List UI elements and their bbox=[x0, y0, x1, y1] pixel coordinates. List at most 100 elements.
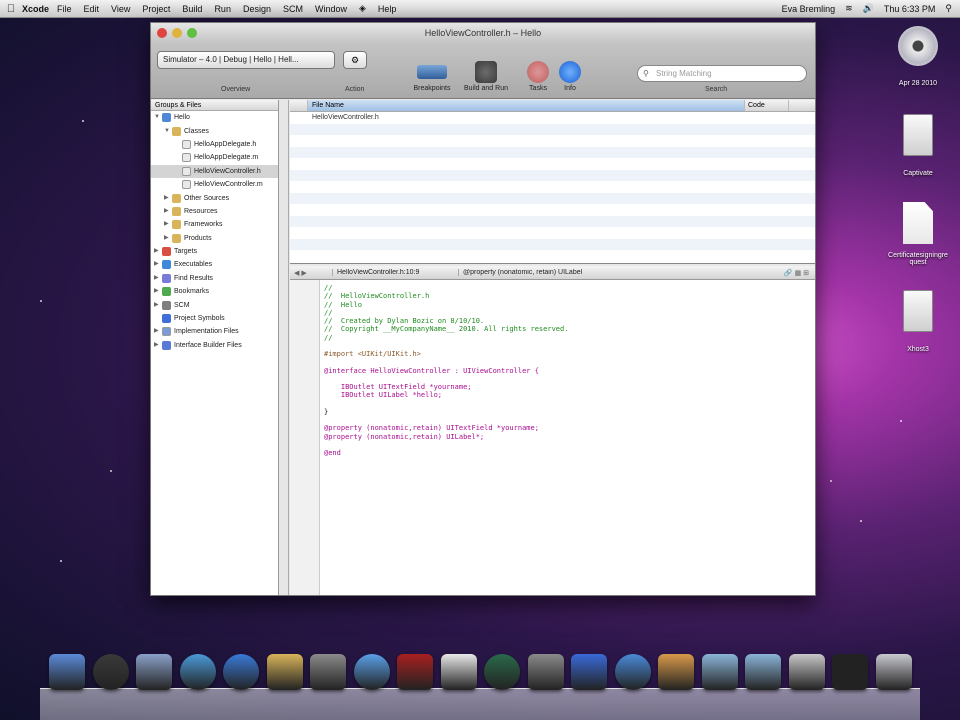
dock-item[interactable] bbox=[527, 654, 565, 694]
dock-item[interactable] bbox=[701, 654, 739, 694]
sidebar-item[interactable]: Project Symbols bbox=[151, 312, 278, 325]
sidebar-item[interactable]: ▶ Resources bbox=[151, 205, 278, 218]
dock-item[interactable] bbox=[179, 654, 217, 694]
status-column[interactable] bbox=[789, 100, 815, 111]
sidebar-item[interactable]: ▶ Interface Builder Files bbox=[151, 339, 278, 352]
dock-item[interactable] bbox=[657, 654, 695, 694]
disclosure-triangle-icon[interactable]: ▶ bbox=[154, 258, 162, 271]
desktop-icon-captivate[interactable]: Captivate bbox=[888, 114, 948, 177]
overview-popup[interactable]: Simulator – 4.0 | Debug | Hello | Hell..… bbox=[157, 51, 335, 69]
overview-label: Overview bbox=[221, 86, 251, 93]
build-and-run-button[interactable]: Build and Run bbox=[463, 61, 509, 92]
volume-icon[interactable]: 🔊 bbox=[863, 3, 874, 14]
xcode-icon bbox=[571, 654, 607, 690]
dock-item[interactable] bbox=[92, 654, 130, 694]
menu-scm[interactable]: SCM bbox=[283, 4, 303, 14]
disclosure-triangle-icon[interactable]: ▼ bbox=[164, 125, 172, 138]
menu-run[interactable]: Run bbox=[214, 4, 231, 14]
sidebar-item[interactable]: HelloAppDelegate.h bbox=[151, 138, 278, 151]
menu-help[interactable]: Help bbox=[378, 4, 397, 14]
disclosure-triangle-icon[interactable]: ▶ bbox=[154, 285, 162, 298]
dock-item[interactable] bbox=[266, 654, 304, 694]
breakpoints-button[interactable]: Breakpoints bbox=[409, 61, 455, 92]
editor-gutter[interactable] bbox=[290, 280, 320, 595]
menu-window[interactable]: Window bbox=[315, 4, 347, 14]
sidebar-header[interactable]: Groups & Files bbox=[151, 100, 278, 111]
sidebar-item[interactable]: ▶ Products bbox=[151, 232, 278, 245]
search-field[interactable]: ⚲ String Matching bbox=[637, 65, 807, 82]
editor-tools-icons[interactable]: 🔗 ▦ ⊞ bbox=[735, 269, 815, 277]
close-window-button[interactable] bbox=[157, 28, 167, 38]
action-menu-button[interactable]: ⚙ bbox=[343, 51, 367, 69]
desktop-icon-xhost[interactable]: Xhost3 bbox=[888, 290, 948, 353]
sidebar-item[interactable]: HelloViewController.h bbox=[151, 164, 278, 178]
sidebar-item[interactable]: HelloViewController.m bbox=[151, 178, 278, 191]
info-button[interactable]: Info bbox=[547, 61, 593, 92]
sidebar-item[interactable]: ▶ Other Sources bbox=[151, 191, 278, 204]
dock-item[interactable] bbox=[353, 654, 391, 694]
disclosure-triangle-icon[interactable]: ▶ bbox=[164, 205, 172, 218]
file-name-column[interactable]: File Name bbox=[308, 100, 745, 111]
symbol-popup[interactable]: @property (nonatomic, retain) UILabel bbox=[458, 269, 735, 276]
dock-item[interactable] bbox=[875, 654, 913, 694]
dock-item[interactable] bbox=[396, 654, 434, 694]
menu-clock[interactable]: Thu 6:33 PM bbox=[884, 4, 936, 14]
user-name[interactable]: Eva Bremling bbox=[782, 4, 836, 14]
dock-item[interactable] bbox=[440, 654, 478, 694]
sidebar-item[interactable]: ▶ SCM bbox=[151, 298, 278, 311]
dock-item[interactable] bbox=[309, 654, 347, 694]
history-nav-arrows[interactable]: ◀ ▶ bbox=[290, 269, 332, 277]
dock-item[interactable] bbox=[614, 654, 652, 694]
disclosure-triangle-icon[interactable]: ▶ bbox=[154, 299, 162, 312]
dock-item[interactable] bbox=[788, 654, 826, 694]
spotlight-icon[interactable]: ⚲ bbox=[945, 3, 952, 14]
menu-project[interactable]: Project bbox=[142, 4, 170, 14]
menu-view[interactable]: View bbox=[111, 4, 130, 14]
dock-item[interactable] bbox=[831, 654, 869, 694]
dock-item[interactable] bbox=[570, 654, 608, 694]
sidebar-item[interactable]: ▶ Bookmarks bbox=[151, 285, 278, 298]
apple-menu-icon[interactable]:  bbox=[0, 3, 22, 15]
disclosure-triangle-icon[interactable]: ▶ bbox=[154, 272, 162, 285]
sidebar-item[interactable]: ▼ Classes bbox=[151, 124, 278, 137]
sidebar-item[interactable]: ▶ Frameworks bbox=[151, 218, 278, 231]
sidebar-tree: ▼ Hello ▼ Classes HelloAppDelegate.h HelloApp… bbox=[151, 111, 278, 352]
disclosure-triangle-icon[interactable]: ▶ bbox=[164, 232, 172, 245]
disclosure-triangle-icon[interactable]: ▶ bbox=[154, 325, 162, 338]
sidebar-splitter[interactable] bbox=[279, 100, 289, 595]
dock-item[interactable] bbox=[135, 654, 173, 694]
disclosure-triangle-icon[interactable]: ▶ bbox=[154, 245, 162, 258]
script-menu-icon[interactable]: ◈ bbox=[359, 3, 366, 14]
disclosure-triangle-icon[interactable]: ▶ bbox=[154, 339, 162, 352]
window-titlebar[interactable]: HelloViewController.h – Hello bbox=[151, 23, 815, 43]
menu-edit[interactable]: Edit bbox=[84, 4, 100, 14]
file-type-column[interactable] bbox=[290, 100, 308, 111]
code-column[interactable]: Code bbox=[745, 100, 789, 111]
sidebar-item[interactable]: ▼ Hello bbox=[151, 111, 278, 124]
sidebar-item[interactable]: ▶ Find Results bbox=[151, 272, 278, 285]
wifi-icon[interactable]: ≋ bbox=[845, 3, 853, 14]
code-editor: ◀ ▶ HelloViewController.h:10:9 @property… bbox=[290, 266, 815, 595]
dock-item[interactable] bbox=[744, 654, 782, 694]
sidebar-item[interactable]: ▶ Executables bbox=[151, 258, 278, 271]
dock-item[interactable] bbox=[48, 654, 86, 694]
file-history-popup[interactable]: HelloViewController.h:10:9 bbox=[332, 269, 458, 276]
sidebar-item[interactable]: ▶ Targets bbox=[151, 245, 278, 258]
disclosure-triangle-icon[interactable]: ▶ bbox=[164, 192, 172, 205]
dock-item[interactable] bbox=[222, 654, 260, 694]
menu-file[interactable]: File bbox=[57, 4, 72, 14]
disclosure-triangle-icon[interactable]: ▼ bbox=[154, 111, 162, 124]
disclosure-triangle-icon[interactable]: ▶ bbox=[164, 218, 172, 231]
source-text[interactable]: //// HelloViewController.h// Hello//// C… bbox=[324, 284, 568, 457]
sidebar-item[interactable]: HelloAppDelegate.m bbox=[151, 151, 278, 164]
menu-design[interactable]: Design bbox=[243, 4, 271, 14]
minimize-window-button[interactable] bbox=[172, 28, 182, 38]
menu-build[interactable]: Build bbox=[182, 4, 202, 14]
desktop-icon-dvd[interactable]: Apr 28 2010 bbox=[888, 26, 948, 87]
menu-app-name[interactable]: Xcode bbox=[22, 4, 49, 14]
desktop-icon-certificate[interactable]: Certificatesigningrequest bbox=[888, 202, 948, 266]
zoom-window-button[interactable] bbox=[187, 28, 197, 38]
dock-item[interactable] bbox=[483, 654, 521, 694]
detail-row[interactable]: HelloViewController.h bbox=[290, 112, 815, 124]
sidebar-item[interactable]: ▶ Implementation Files bbox=[151, 325, 278, 338]
